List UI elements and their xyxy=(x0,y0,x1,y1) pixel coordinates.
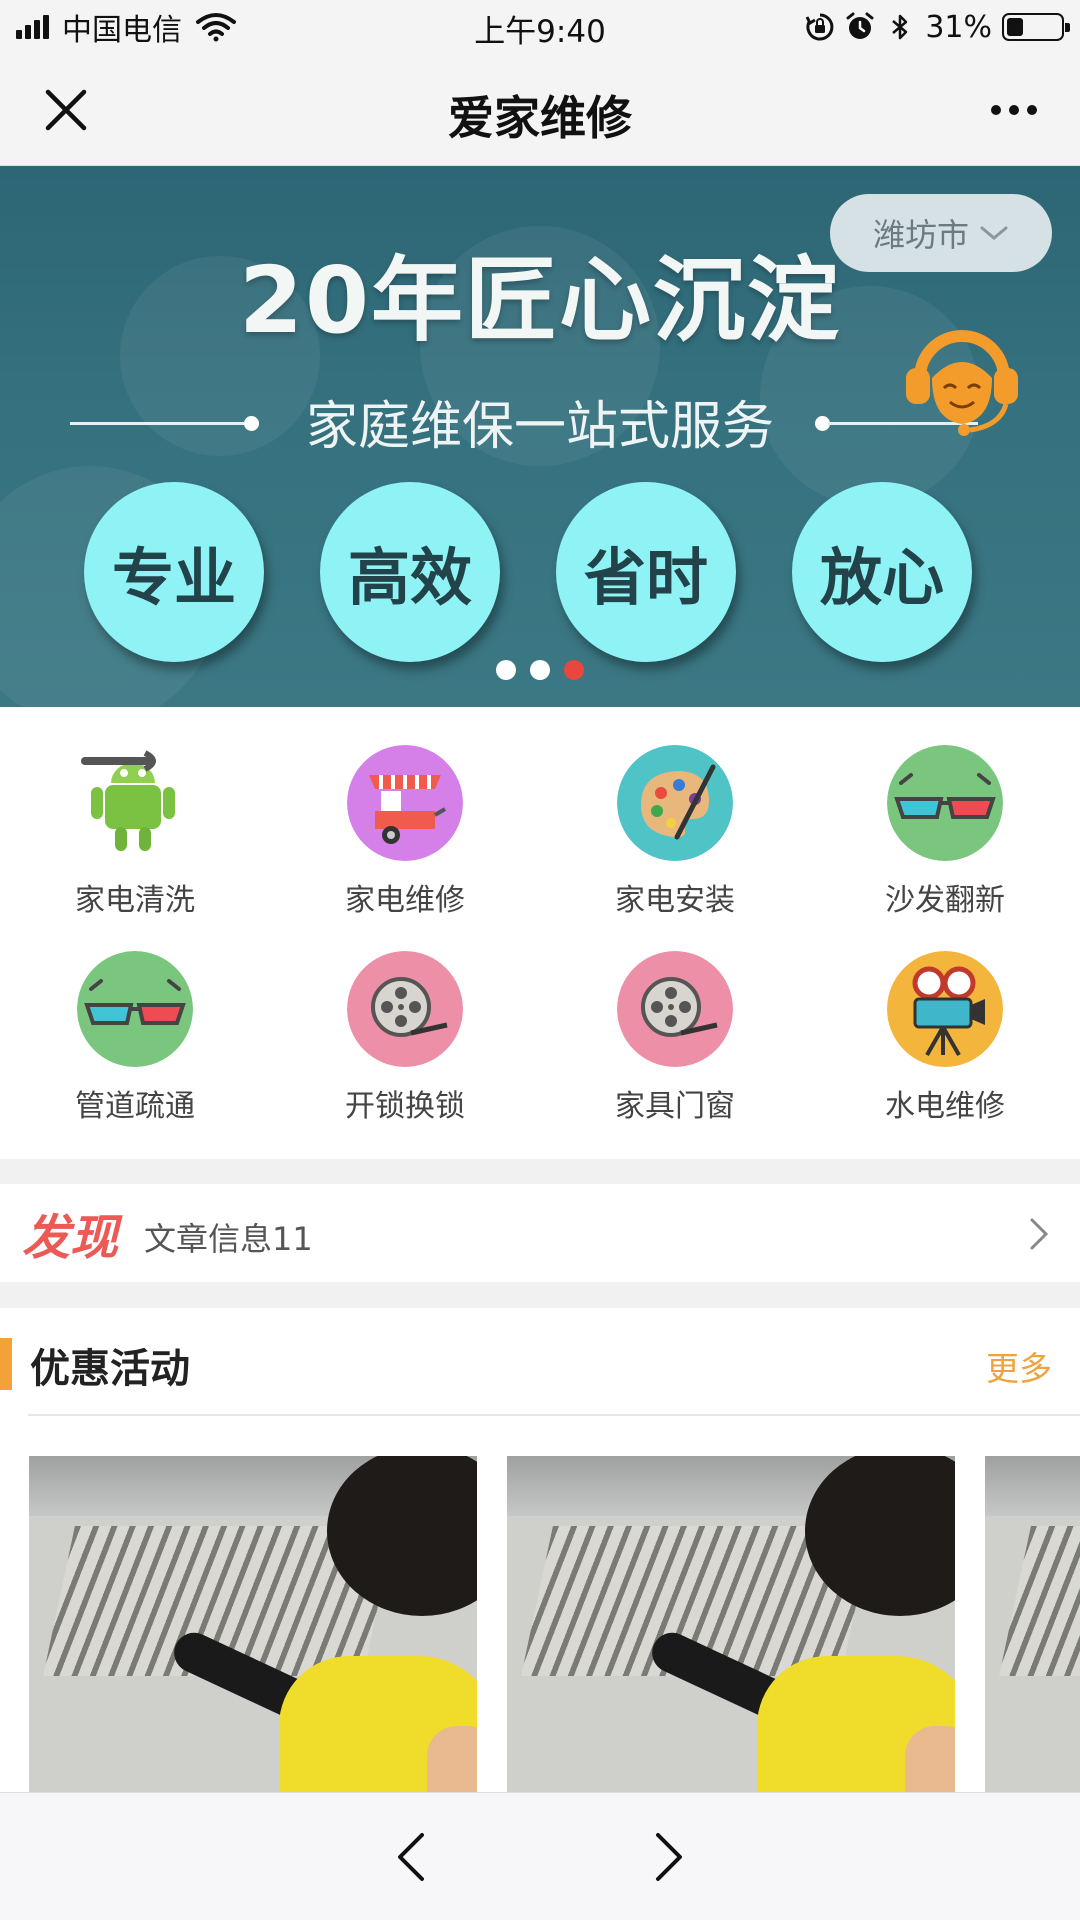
promo-more-link[interactable]: 更多 xyxy=(986,1342,1052,1390)
palette-icon xyxy=(617,745,733,861)
3d-glasses-icon xyxy=(887,745,1003,861)
banner-tag: 专业 xyxy=(84,482,264,662)
promo-title: 优惠活动 xyxy=(30,1346,190,1392)
carousel-dot[interactable] xyxy=(530,660,550,680)
service-label: 开锁换锁 xyxy=(345,1089,465,1124)
city-selector[interactable]: 潍坊市 xyxy=(830,194,1052,272)
headset-agent-icon xyxy=(906,330,1018,436)
chevron-left-icon xyxy=(398,1833,424,1881)
promo-card-image[interactable] xyxy=(29,1456,477,1796)
back-button[interactable] xyxy=(376,1821,448,1893)
battery-fill xyxy=(1007,18,1023,36)
orientation-lock-icon xyxy=(805,13,834,41)
page-title: 爱家维修 xyxy=(448,91,632,145)
status-right: 31% xyxy=(805,8,1070,46)
battery-icon xyxy=(1002,13,1070,41)
promo-card-image[interactable] xyxy=(985,1456,1080,1796)
section-gap xyxy=(0,1159,1080,1184)
more-icon-dot xyxy=(1027,105,1037,115)
service-home-appliance-install[interactable]: 家电安装 xyxy=(540,707,810,918)
android-wrench-icon xyxy=(81,750,175,851)
discover-article-text[interactable]: 文章信息11 xyxy=(144,1214,313,1260)
service-label: 水电维修 xyxy=(885,1089,1005,1124)
more-icon-dot xyxy=(991,105,1001,115)
carousel-dot-active[interactable] xyxy=(564,660,584,680)
more-icon-dot xyxy=(1009,105,1019,115)
status-bar: 中国电信 上午9:40 31% xyxy=(0,0,1080,54)
chevron-right-icon[interactable] xyxy=(1018,1214,1058,1254)
service-sofa-renovation[interactable]: 沙发翻新 xyxy=(810,707,1080,918)
banner-tag: 省时 xyxy=(556,482,736,662)
card-hand xyxy=(905,1726,955,1796)
more-button[interactable] xyxy=(978,84,1050,136)
promo-card-image[interactable] xyxy=(507,1456,955,1796)
browser-toolbar xyxy=(0,1792,1080,1920)
3d-glasses-icon xyxy=(77,951,193,1067)
film-reel-icon xyxy=(347,951,463,1067)
forward-button[interactable] xyxy=(632,1821,704,1893)
card-hand xyxy=(427,1726,477,1796)
banner-carousel[interactable]: 20年匠心沉淀 家庭维保一站式服务 潍坊市 专业 高效 省时 放心 xyxy=(0,166,1080,707)
chevron-down-icon xyxy=(980,226,1008,240)
banner-tag: 高效 xyxy=(320,482,500,662)
card-hood xyxy=(985,1456,1080,1516)
service-furniture-doors-windows[interactable]: 家具门窗 xyxy=(540,913,810,1124)
bluetooth-icon xyxy=(892,14,908,40)
service-home-appliance-repair[interactable]: 家电维修 xyxy=(270,707,540,918)
promo-divider xyxy=(28,1414,1080,1416)
battery-nub xyxy=(1065,23,1070,32)
battery-percent: 31% xyxy=(925,9,992,45)
carousel-indicator xyxy=(0,660,1080,680)
section-gap xyxy=(0,1282,1080,1308)
service-pipe-unclogging[interactable]: 管道疏通 xyxy=(0,913,270,1124)
food-cart-icon xyxy=(347,745,463,861)
service-plumbing-electrical[interactable]: 水电维修 xyxy=(810,913,1080,1124)
service-label: 管道疏通 xyxy=(75,1089,195,1124)
banner-tag: 放心 xyxy=(792,482,972,662)
nav-bar: 爱家维修 xyxy=(0,54,1080,166)
card-vent xyxy=(999,1526,1080,1676)
film-reel-icon xyxy=(617,951,733,1067)
promo-accent-bar xyxy=(0,1338,12,1390)
service-lock-change[interactable]: 开锁换锁 xyxy=(270,913,540,1124)
chevron-right-icon xyxy=(656,1833,682,1881)
city-name: 潍坊市 xyxy=(872,216,969,254)
discover-bar[interactable]: 发现 文章信息11 xyxy=(0,1184,1080,1282)
service-grid: 家电清洗 家电维修 家电安装 沙发翻新 管道疏通 开锁换锁 家具门窗 水电维修 xyxy=(0,707,1080,1159)
movie-camera-icon xyxy=(887,951,1003,1067)
service-home-appliance-cleaning[interactable]: 家电清洗 xyxy=(0,707,270,918)
discover-title: 发现 xyxy=(22,1210,119,1266)
service-label: 家具门窗 xyxy=(615,1089,735,1124)
carousel-dot[interactable] xyxy=(496,660,516,680)
alarm-icon xyxy=(846,12,874,39)
